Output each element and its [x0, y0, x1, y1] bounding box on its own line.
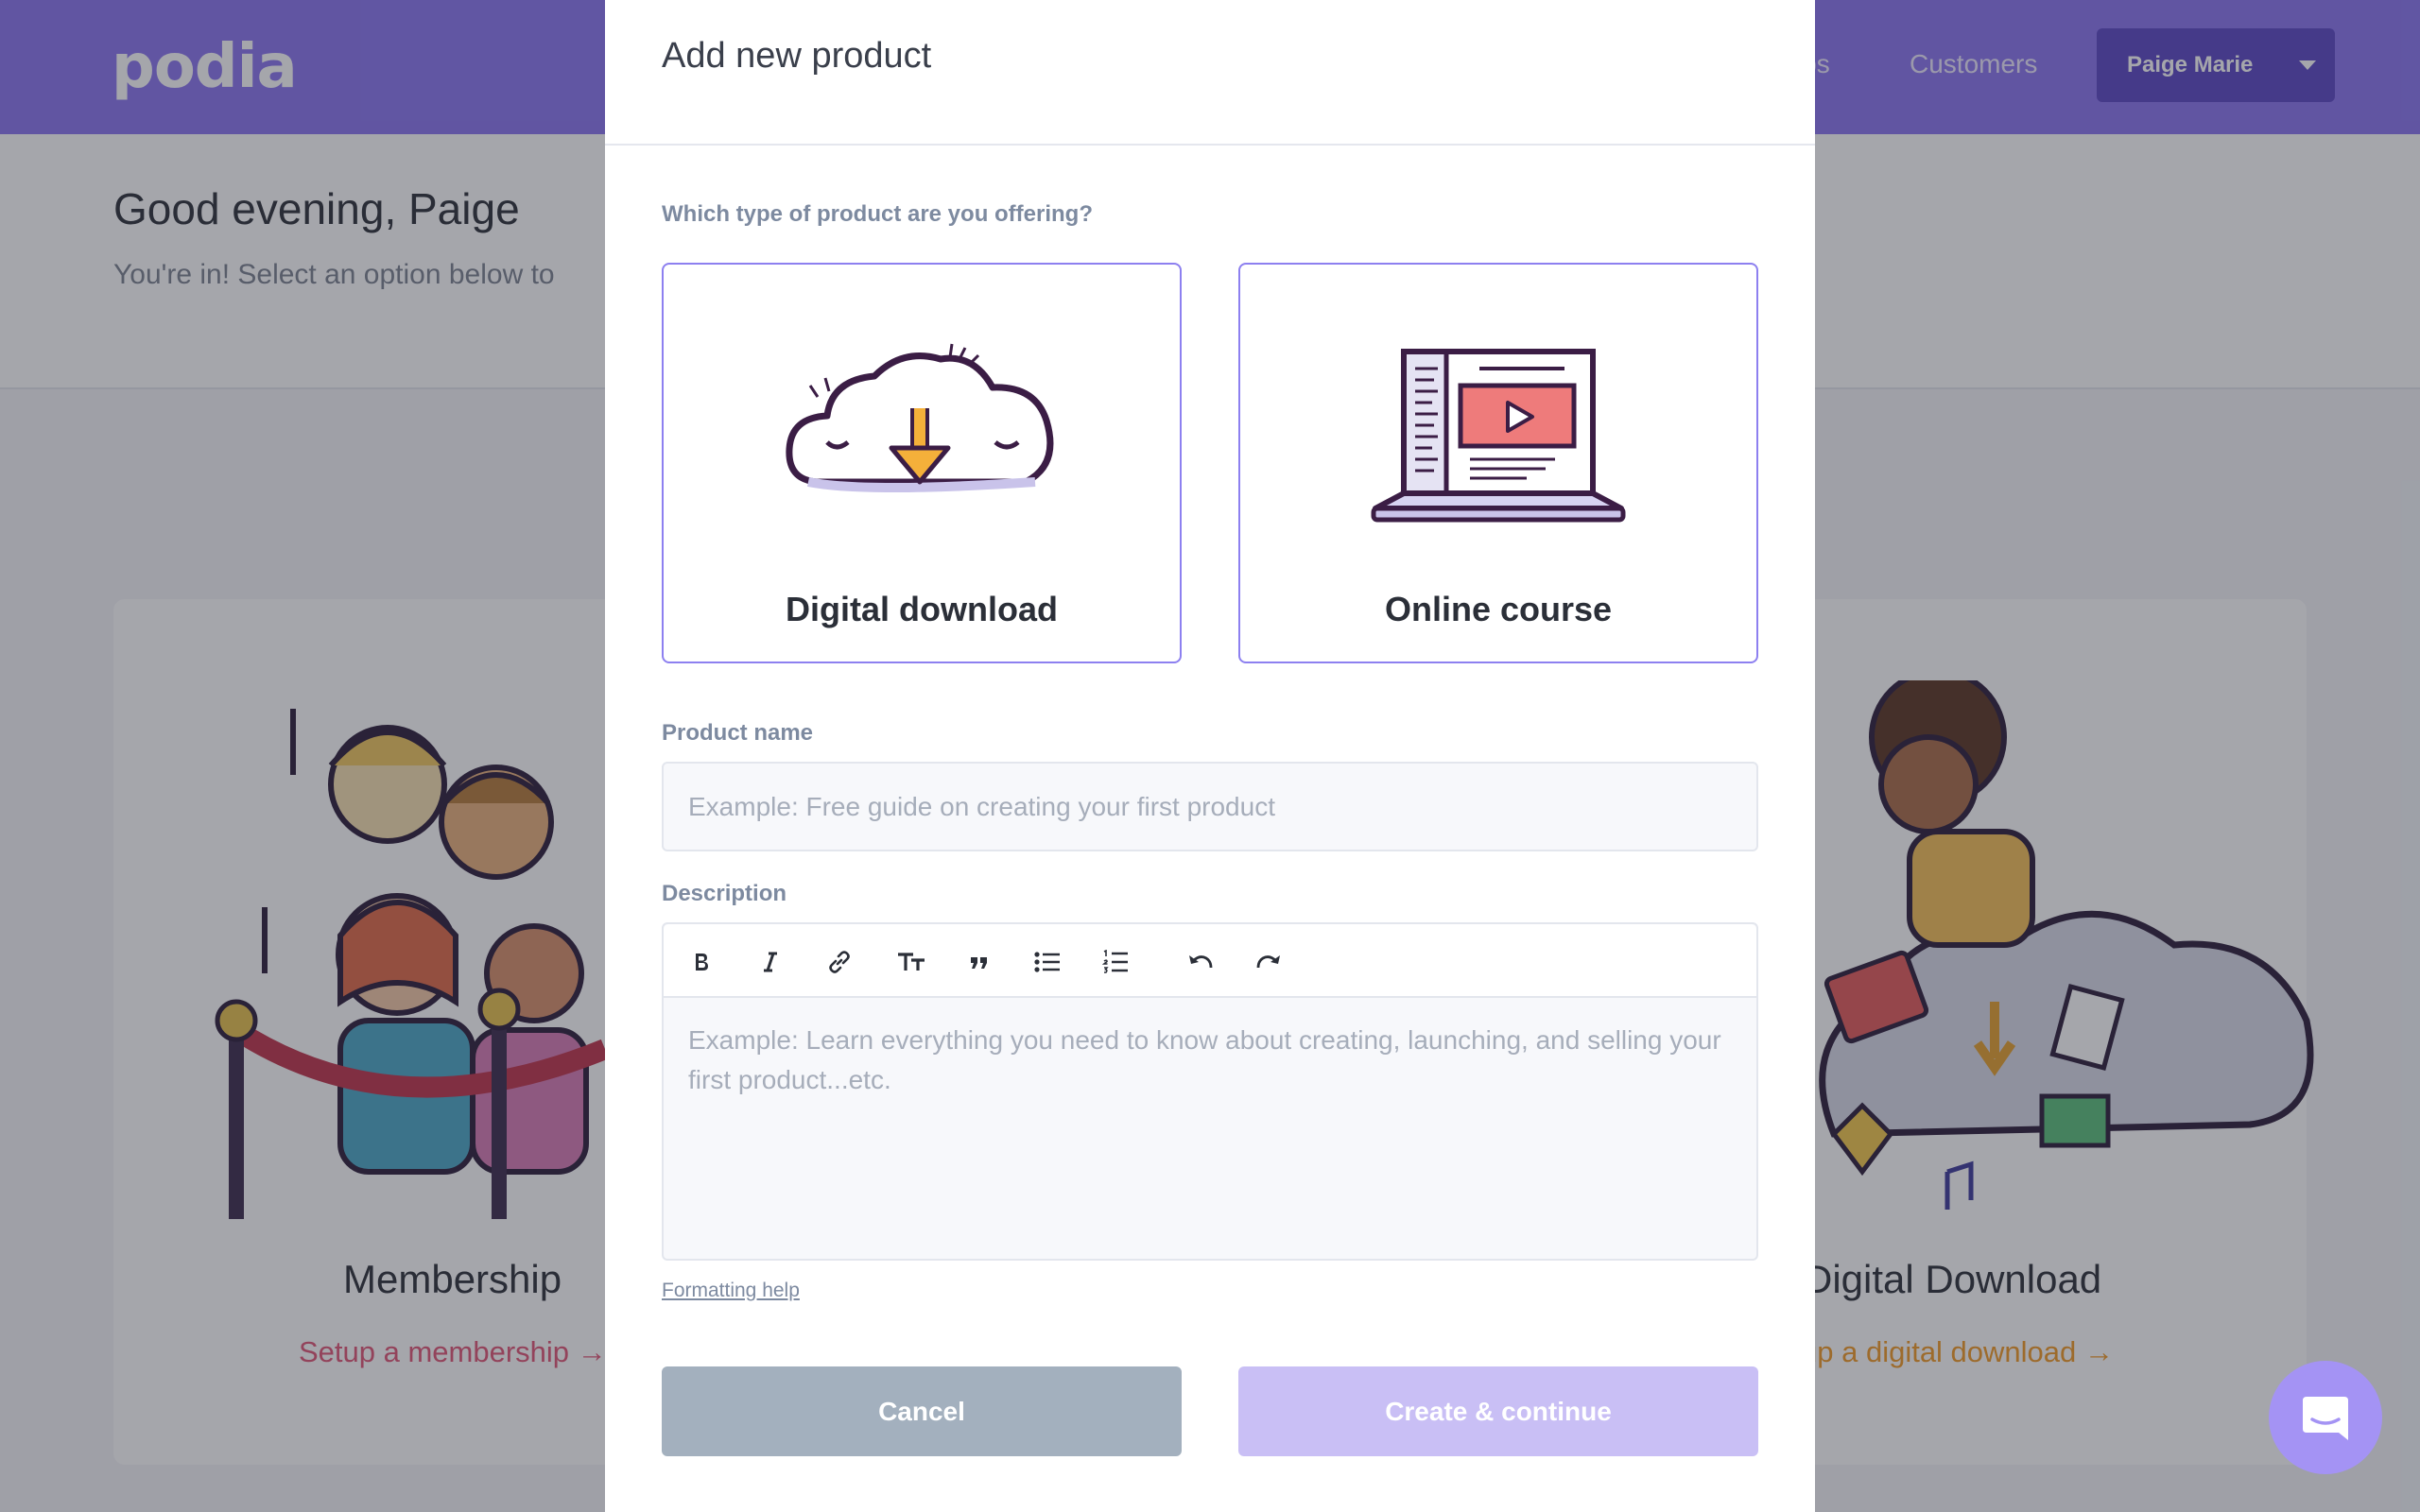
- online-course-label: Online course: [1384, 590, 1613, 628]
- product-type-online-course[interactable]: Online course: [1238, 263, 1758, 663]
- cloud-download-icon: [786, 343, 1054, 492]
- formatting-help-link[interactable]: Formatting help: [662, 1280, 800, 1302]
- heading-icon[interactable]: [894, 945, 928, 979]
- link-icon[interactable]: [822, 945, 856, 979]
- description-textarea[interactable]: Example: Learn everything you need to kn…: [688, 1021, 1728, 1100]
- redo-icon[interactable]: [1252, 945, 1286, 979]
- quote-icon[interactable]: [962, 945, 996, 979]
- product-type-digital-download[interactable]: Digital download: [662, 263, 1182, 663]
- add-product-modal: Add new product Which type of product ar…: [605, 0, 1815, 1512]
- laptop-video-icon: [1371, 349, 1626, 523]
- modal-title: Add new product: [662, 36, 932, 76]
- product-name-label: Product name: [662, 720, 814, 746]
- bullet-list-icon[interactable]: [1030, 945, 1064, 979]
- description-editor: Example: Learn everything you need to kn…: [662, 922, 1758, 1261]
- description-label: Description: [662, 881, 787, 906]
- chat-icon: [2303, 1397, 2348, 1440]
- numbered-list-icon[interactable]: [1098, 945, 1132, 979]
- digital-download-label: Digital download: [786, 590, 1058, 628]
- product-type-question: Which type of product are you offering?: [662, 201, 1093, 227]
- create-continue-button[interactable]: Create & continue: [1238, 1366, 1758, 1456]
- product-name-input[interactable]: [662, 762, 1758, 851]
- italic-icon[interactable]: [753, 945, 787, 979]
- editor-toolbar: [664, 924, 1756, 998]
- cancel-button[interactable]: Cancel: [662, 1366, 1182, 1456]
- bold-icon[interactable]: [684, 945, 718, 979]
- chat-support-button[interactable]: [2269, 1361, 2382, 1474]
- undo-icon[interactable]: [1184, 945, 1218, 979]
